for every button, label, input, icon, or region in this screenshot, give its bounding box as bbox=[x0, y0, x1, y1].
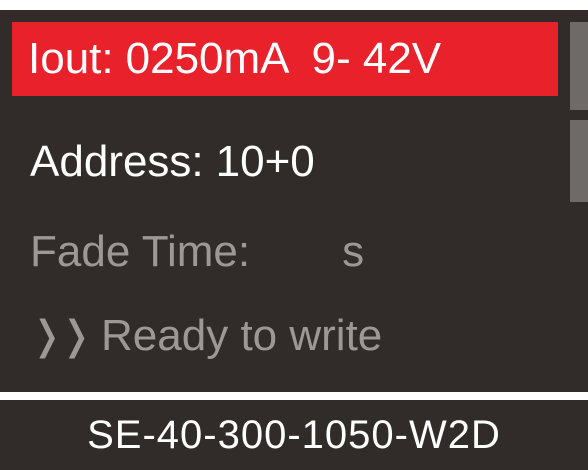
model-number: SE-40-300-1050-W2D bbox=[87, 412, 501, 457]
output-current-label: Iout: bbox=[28, 34, 114, 83]
address-label: Address: bbox=[30, 137, 204, 186]
double-chevron-right-icon: ❭❭ bbox=[30, 314, 93, 358]
address-row[interactable]: Address: 10+0 bbox=[30, 126, 315, 198]
status-row[interactable]: ❭❭ Ready to write bbox=[30, 300, 382, 372]
fade-time-label: Fade Time: bbox=[30, 227, 251, 276]
fade-time-unit: s bbox=[342, 227, 365, 276]
display-screen: Iout: 0250mA 9- 42V Address: 10+0 Fade T… bbox=[0, 10, 588, 392]
voltage-range: 9- 42V bbox=[311, 34, 442, 83]
status-text: Ready to write bbox=[101, 311, 383, 360]
scrollbar-track-segment bbox=[570, 120, 588, 202]
output-current-row[interactable]: Iout: 0250mA 9- 42V bbox=[12, 22, 558, 96]
scrollbar-thumb[interactable] bbox=[570, 22, 588, 110]
address-value: 10+0 bbox=[215, 137, 315, 186]
scrollbar[interactable] bbox=[570, 22, 588, 202]
fade-time-row[interactable]: Fade Time: s bbox=[30, 216, 364, 288]
output-current-value: 0250mA bbox=[125, 34, 290, 83]
model-label: SE-40-300-1050-W2D bbox=[0, 400, 588, 470]
